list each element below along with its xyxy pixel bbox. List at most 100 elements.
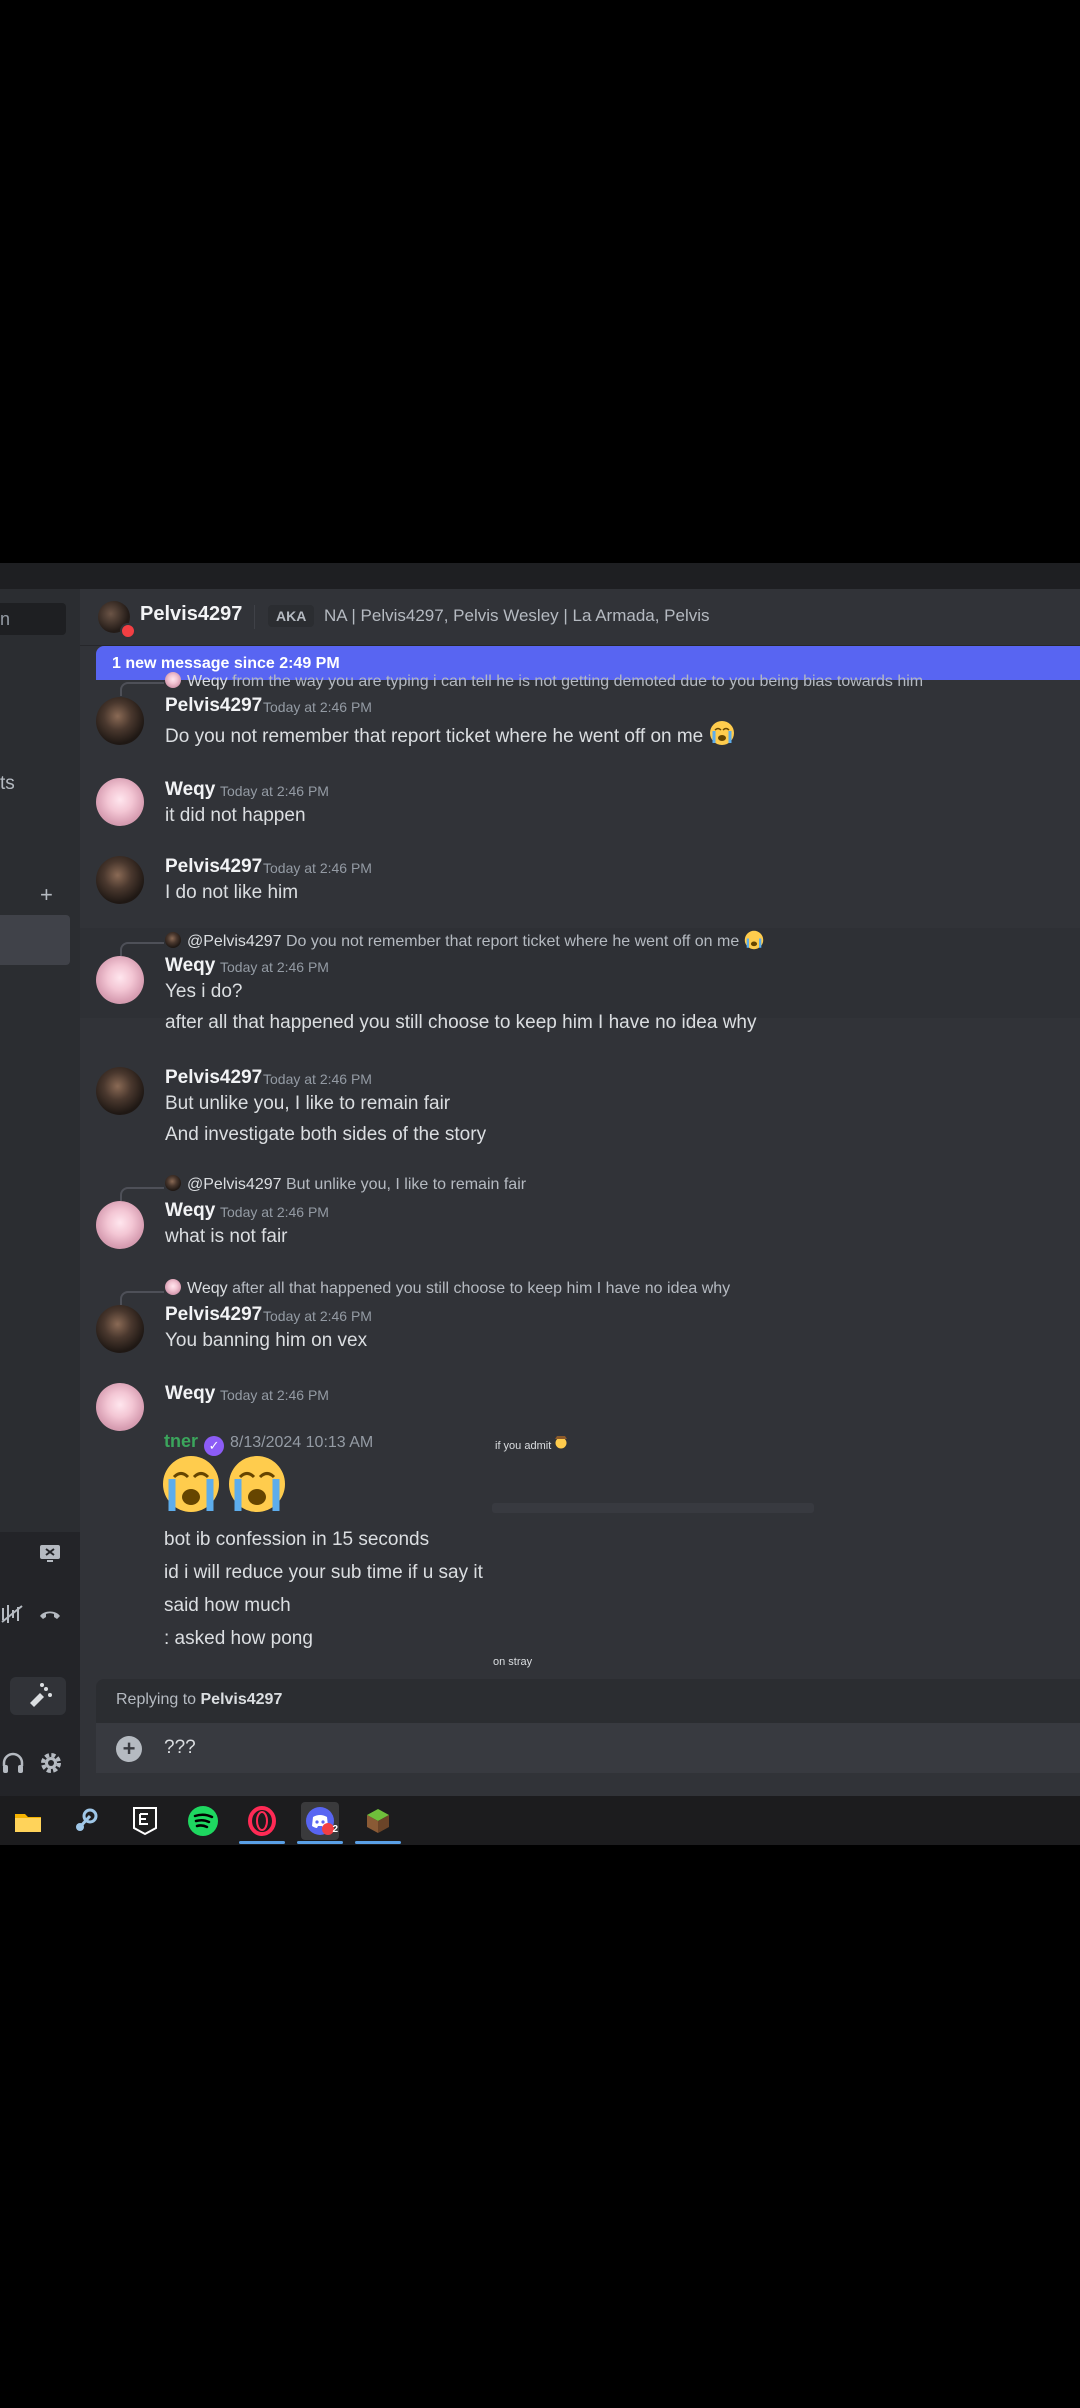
message-text: what is not fair xyxy=(165,1226,288,1247)
reply-spine xyxy=(120,682,164,696)
reply-preview[interactable]: Weqy after all that happened you still c… xyxy=(165,1279,730,1298)
discord-window: n ts + Pelvis4297 AKA NA | Pelvis4297, P… xyxy=(0,563,1080,1845)
add-dm-button[interactable]: + xyxy=(40,882,53,908)
reply-preview[interactable]: @Pelvis4297 Do you not remember that rep… xyxy=(165,930,764,955)
message-author[interactable]: Weqy xyxy=(165,779,215,801)
disconnect-call-icon[interactable] xyxy=(38,1604,62,1624)
disconnect-screen-icon[interactable] xyxy=(38,1542,62,1566)
notification-badge: 2 xyxy=(332,1824,338,1835)
cowboy-emoji-icon xyxy=(554,1436,568,1452)
opera-gx-icon[interactable] xyxy=(239,1802,285,1844)
message: @Pelvis4297 But unlike you, I like to re… xyxy=(96,1175,1080,1255)
avatar[interactable] xyxy=(96,1201,144,1249)
message-text: Do you not remember that report ticket w… xyxy=(165,720,735,752)
file-explorer-icon[interactable] xyxy=(9,1802,47,1840)
message: Weqy from the way you are typing i can t… xyxy=(96,672,1080,747)
aka-badge: AKA xyxy=(268,605,315,627)
discord-icon[interactable]: 2 xyxy=(297,1802,343,1844)
avatar[interactable] xyxy=(96,856,144,904)
embed-date: 8/13/2024 10:13 AM xyxy=(230,1434,374,1451)
replying-to-user[interactable]: Pelvis4297 xyxy=(201,1691,283,1708)
message-text: after all that happened you still choose… xyxy=(165,1012,757,1033)
reply-username: @Pelvis4297 xyxy=(187,1176,282,1193)
avatar[interactable] xyxy=(96,778,144,826)
dm-title[interactable]: Pelvis4297 xyxy=(140,603,242,626)
headphones-icon[interactable] xyxy=(0,1750,26,1776)
user-panel xyxy=(0,1532,80,1796)
reply-avatar xyxy=(165,932,181,948)
avatar[interactable] xyxy=(96,697,144,745)
active-indicator xyxy=(355,1841,401,1844)
epic-games-icon[interactable] xyxy=(126,1802,164,1840)
attach-plus-icon[interactable]: + xyxy=(116,1736,142,1762)
message-timestamp: Today at 2:46 PM xyxy=(220,959,329,975)
dnd-status-icon xyxy=(120,623,136,639)
active-indicator xyxy=(297,1841,343,1844)
replying-to-label: Replying to Pelvis4297 xyxy=(116,1691,283,1708)
reply-preview[interactable]: @Pelvis4297 But unlike you, I like to re… xyxy=(165,1175,526,1194)
message-author[interactable]: Pelvis4297 xyxy=(165,1067,262,1089)
avatar[interactable] xyxy=(96,1067,144,1115)
reply-username: Weqy xyxy=(187,1280,228,1297)
message-timestamp: Today at 2:46 PM xyxy=(263,860,372,876)
reply-preview[interactable]: Weqy from the way you are typing i can t… xyxy=(165,672,923,691)
avatar[interactable] xyxy=(96,956,144,1004)
reply-spine xyxy=(120,942,164,956)
message-composer[interactable]: + ??? xyxy=(96,1723,1080,1773)
reply-spine xyxy=(120,1187,164,1201)
embed-footer: on stray xyxy=(493,1656,533,1668)
screenshot-attachment[interactable]: tner ✓ 8/13/2024 10:13 AM if you admit b… xyxy=(160,1431,820,1681)
reply-text: Do you not remember that report ticket w… xyxy=(285,933,740,950)
divider xyxy=(254,605,255,629)
embed-line: : asked how pong xyxy=(164,1628,313,1649)
channel-sidebar: n ts + xyxy=(0,589,80,1796)
message-input[interactable]: ??? xyxy=(164,1737,196,1759)
embed-divider xyxy=(492,1503,814,1513)
activity-button[interactable] xyxy=(10,1677,66,1715)
reply-avatar xyxy=(165,1175,181,1191)
message-text: But unlike you, I like to remain fair xyxy=(165,1093,451,1114)
message-author[interactable]: Pelvis4297 xyxy=(165,856,262,878)
settings-gear-icon[interactable] xyxy=(38,1750,64,1776)
message-timestamp: Today at 2:46 PM xyxy=(263,1308,372,1324)
message-text: You banning him on vex xyxy=(165,1330,368,1351)
message-timestamp: Today at 2:46 PM xyxy=(263,1071,372,1087)
reply-text: from the way you are typing i can tell h… xyxy=(232,673,924,690)
message-author[interactable]: Weqy xyxy=(165,1200,215,1222)
message-author[interactable]: Pelvis4297 xyxy=(165,695,262,717)
message-author[interactable]: Weqy xyxy=(165,955,215,977)
reply-spine xyxy=(120,1291,164,1305)
replying-to-bar: Replying to Pelvis4297 xyxy=(96,1679,1080,1723)
message-timestamp: Today at 2:46 PM xyxy=(220,1387,329,1403)
message-author[interactable]: Weqy xyxy=(165,1383,215,1405)
embed-line: bot ib confession in 15 seconds xyxy=(164,1529,430,1550)
sidebar-search[interactable]: n xyxy=(0,603,66,635)
reply-avatar xyxy=(165,1279,181,1295)
message-timestamp: Today at 2:46 PM xyxy=(220,1204,329,1220)
windows-taskbar: 2 xyxy=(0,1796,1080,1845)
avatar[interactable] xyxy=(96,1383,144,1431)
minecraft-icon[interactable] xyxy=(355,1802,401,1844)
message-author[interactable]: Pelvis4297 xyxy=(165,1304,262,1326)
message-timestamp: Today at 2:46 PM xyxy=(220,783,329,799)
message-timestamp: Today at 2:46 PM xyxy=(263,699,372,715)
message: @Pelvis4297 Do you not remember that rep… xyxy=(96,930,1080,1040)
loudly-crying-emoji-icon xyxy=(744,930,764,955)
steam-icon[interactable] xyxy=(67,1802,105,1840)
spotify-icon[interactable] xyxy=(184,1802,222,1840)
reply-username: @Pelvis4297 xyxy=(187,933,282,950)
noise-suppression-icon[interactable] xyxy=(0,1602,26,1626)
reply-text: But unlike you, I like to remain fair xyxy=(285,1176,527,1193)
sidebar-channel-label[interactable]: ts xyxy=(0,773,15,795)
message: Weqy after all that happened you still c… xyxy=(96,1279,1080,1359)
loudly-crying-emoji-icon xyxy=(709,720,735,752)
message: Weqy Today at 2:46 PM it did not happen xyxy=(96,775,1080,827)
sidebar-item-selected[interactable] xyxy=(0,915,70,965)
dm-header: Pelvis4297 AKA NA | Pelvis4297, Pelvis W… xyxy=(80,589,1080,646)
embed-side-note: if you admit xyxy=(495,1435,568,1452)
active-indicator xyxy=(239,1841,285,1844)
crying-emoji-pair-icon xyxy=(162,1453,288,1520)
message-text: Yes i do? xyxy=(165,981,243,1002)
avatar[interactable] xyxy=(96,1305,144,1353)
message-text: And investigate both sides of the story xyxy=(165,1124,487,1145)
